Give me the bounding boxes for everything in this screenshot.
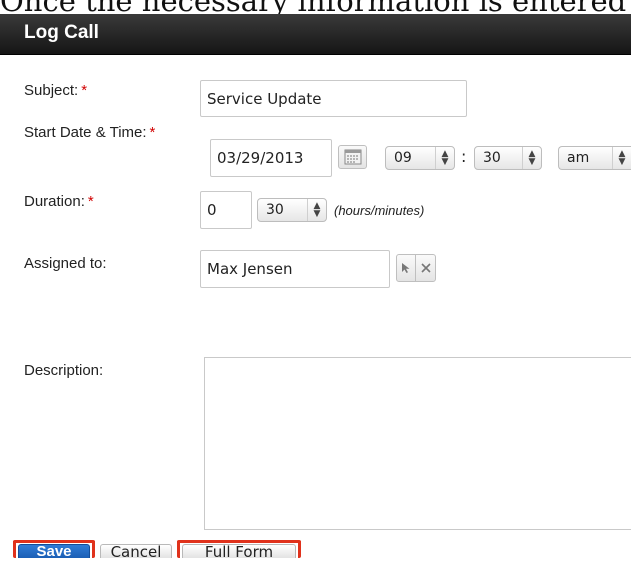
- start-hour-select[interactable]: 09 ▲ ▼: [385, 146, 455, 170]
- cancel-button[interactable]: Cancel: [100, 543, 172, 561]
- duration-hours-input[interactable]: [200, 191, 252, 229]
- dialog-title: Log Call: [24, 22, 99, 43]
- duration-hint: (hours/minutes): [334, 203, 425, 218]
- subject-label: Subject: *: [24, 82, 88, 99]
- stepper-arrows-icon: ▲ ▼: [522, 147, 541, 169]
- caption-text: Once the necessary information is entere…: [0, 0, 626, 14]
- caption-strip: Once the necessary information is entere…: [0, 0, 631, 14]
- start-meridiem-select[interactable]: am ▲ ▼: [558, 146, 631, 170]
- assigned-to-label: Assigned to:: [24, 255, 107, 272]
- clear-x-icon[interactable]: [415, 254, 436, 282]
- start-datetime-label: Start Date & Time: *: [24, 124, 156, 141]
- duration-minutes-select[interactable]: 30 ▲ ▼: [257, 198, 327, 222]
- stepper-arrows-icon: ▲ ▼: [612, 147, 631, 169]
- calendar-icon[interactable]: [338, 145, 367, 169]
- subject-input[interactable]: [200, 80, 467, 117]
- stepper-arrows-icon: ▲ ▼: [435, 147, 454, 169]
- time-separator: :: [461, 147, 467, 166]
- required-marker: *: [87, 193, 94, 210]
- save-button[interactable]: Save: [18, 543, 90, 560]
- description-label: Description:: [24, 362, 104, 379]
- full-form-button[interactable]: Full Form: [182, 543, 296, 561]
- start-minute-select[interactable]: 30 ▲ ▼: [474, 146, 542, 170]
- required-marker: *: [149, 124, 156, 141]
- assigned-to-input[interactable]: [200, 250, 390, 288]
- duration-label: Duration: *: [24, 193, 94, 210]
- select-cursor-icon[interactable]: [396, 254, 416, 282]
- required-marker: *: [81, 82, 88, 99]
- stepper-arrows-icon: ▲ ▼: [307, 199, 326, 221]
- dialog-titlebar: Log Call: [0, 14, 631, 55]
- start-date-input[interactable]: [210, 139, 332, 177]
- description-textarea[interactable]: [204, 357, 631, 530]
